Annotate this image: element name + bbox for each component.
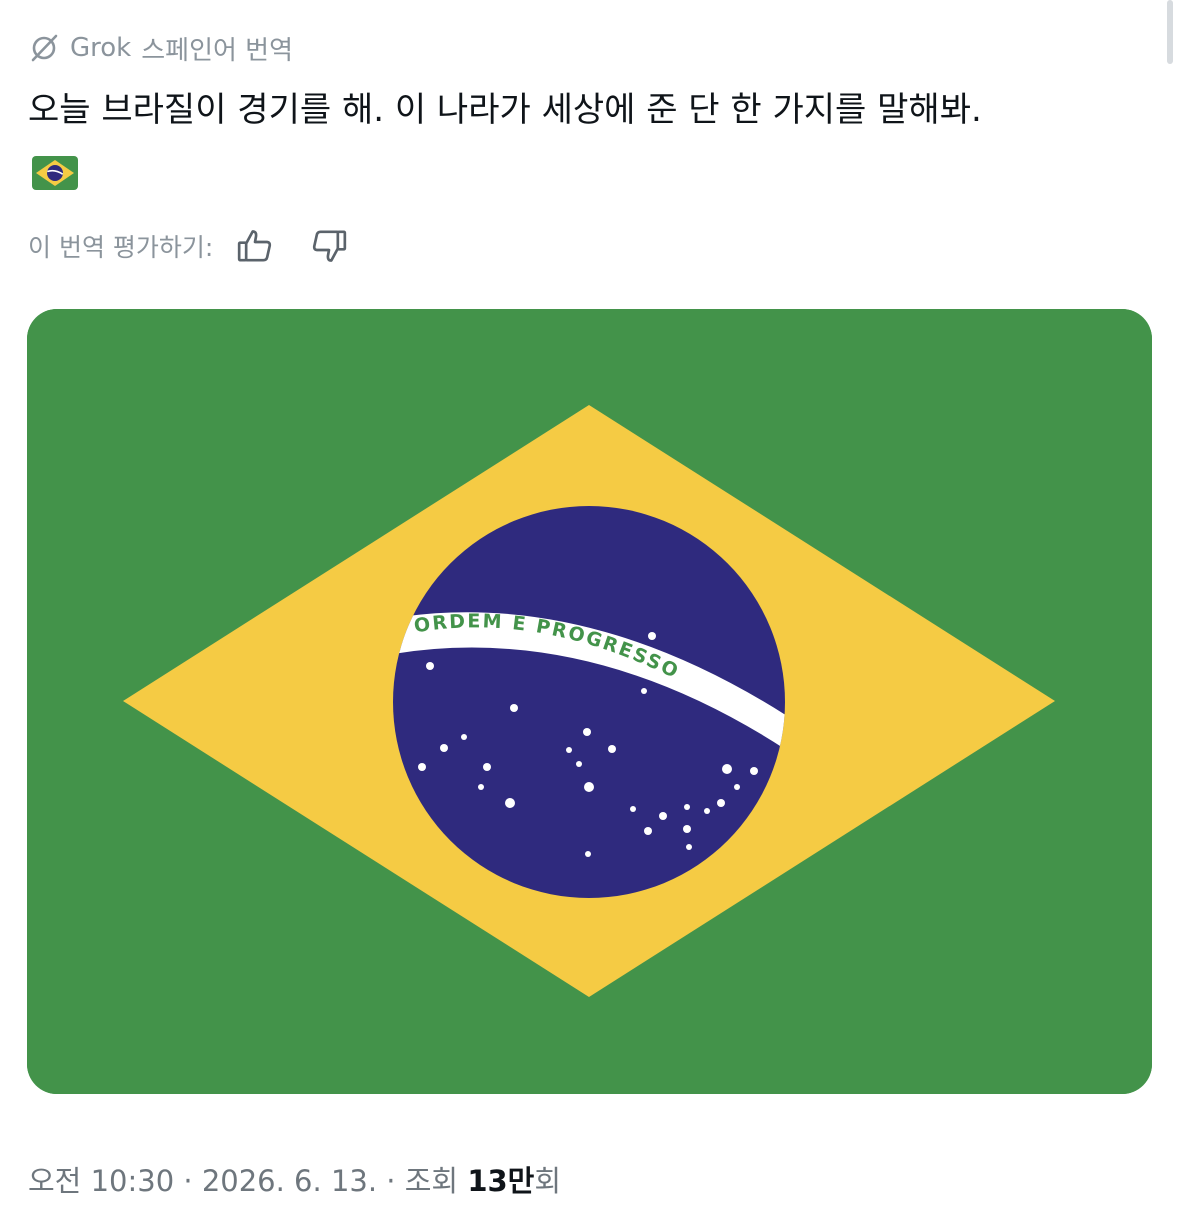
post-meta: 오전 10:30 · 2026. 6. 13. · 조회 13만회 (28, 1158, 561, 1200)
translation-label: 스페인어 번역 (141, 35, 294, 66)
translated-post-text: 오늘 브라질이 경기를 해. 이 나라가 세상에 준 단 한 가지를 말해봐. (28, 90, 982, 130)
views-count: 13만 (467, 1164, 534, 1198)
thumbs-up-button[interactable] (231, 222, 279, 270)
translation-rating-row: 이 번역 평가하기: (28, 222, 353, 270)
meta-separator: · (183, 1164, 193, 1198)
thumbs-up-icon (238, 230, 272, 262)
rating-label: 이 번역 평가하기: (28, 233, 214, 262)
post-date[interactable]: 2026. 6. 13. (202, 1164, 377, 1198)
views-suffix: 회 (534, 1164, 562, 1198)
post-time[interactable]: 오전 10:30 (28, 1164, 174, 1198)
meta-separator: · (386, 1164, 396, 1198)
brazil-flag-image: ORDEM E PROGRESSO (27, 309, 1152, 1094)
grok-icon (28, 32, 60, 64)
post-image[interactable]: ORDEM E PROGRESSO (27, 309, 1152, 1094)
brazil-flag-emoji (32, 156, 78, 190)
translation-provider: Grok (70, 33, 132, 63)
views-label: 조회 (404, 1164, 459, 1198)
scrollbar[interactable] (1167, 0, 1173, 64)
thumbs-down-button[interactable] (305, 222, 353, 270)
views-number: 13 (467, 1164, 508, 1198)
views-unit: 만 (507, 1164, 535, 1198)
translation-header: Grok 스페인어 번역 (28, 30, 293, 66)
thumbs-down-icon (313, 230, 347, 262)
